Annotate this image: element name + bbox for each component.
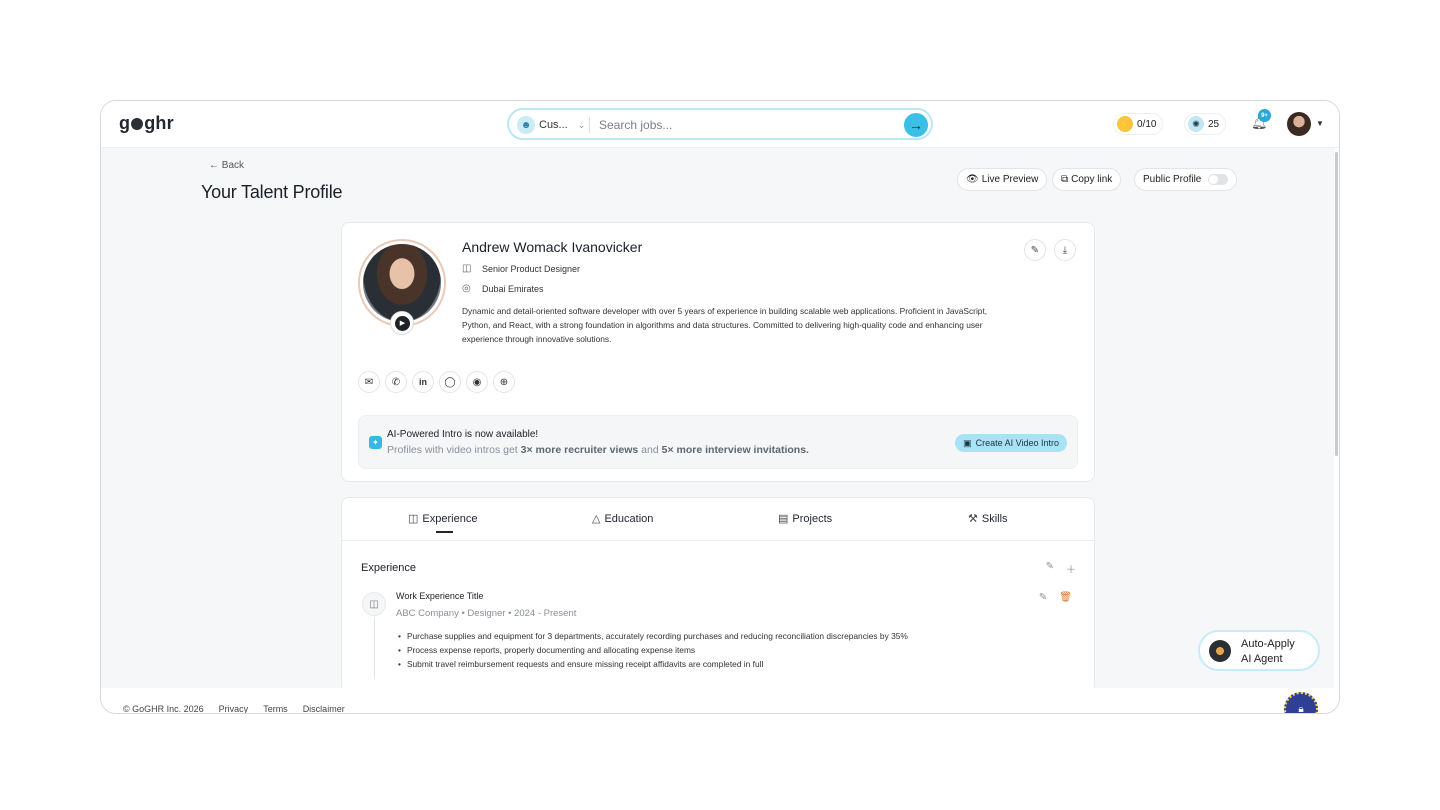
- tab-experience[interactable]: ◫ Experience: [408, 512, 477, 526]
- github-icon[interactable]: ◉: [466, 371, 488, 393]
- job-search-bar: ☻ Cus... ⌄ →: [507, 108, 933, 140]
- linkedin-icon[interactable]: in: [412, 371, 434, 393]
- section-tabs: ◫ Experience △ Education ▤ Projects ⚒ Sk…: [342, 498, 1094, 541]
- profile-bio: Dynamic and detail-oriented software dev…: [462, 306, 988, 344]
- phone-icon[interactable]: ✆: [385, 371, 407, 393]
- coins-pill[interactable]: ✺ 25: [1184, 113, 1227, 135]
- briefcase-icon: ◫: [408, 513, 419, 525]
- edit-icon: ✎: [1030, 244, 1040, 256]
- job-meta: ABC Company • Designer • 2024 - Present: [396, 608, 577, 619]
- profile-role: ◫ Senior Product Designer: [462, 263, 581, 274]
- search-scope-label: Cus...: [539, 119, 568, 131]
- profile-card: ▶ Andrew Womack Ivanovicker ◫ Senior Pro…: [341, 222, 1095, 482]
- eye-icon: 👁︎: [966, 174, 979, 185]
- toggle-switch[interactable]: [1208, 174, 1229, 185]
- back-link[interactable]: ← Back: [209, 160, 244, 171]
- public-profile-toggle[interactable]: Public Profile: [1134, 168, 1238, 191]
- search-scope-select[interactable]: ☻ Cus... ⌄: [517, 115, 585, 135]
- scrollbar-thumb[interactable]: [1335, 152, 1338, 456]
- download-icon: ⤓: [1062, 244, 1068, 256]
- download-profile-button[interactable]: ⤓: [1054, 239, 1076, 261]
- search-divider: [589, 117, 590, 133]
- page-title: Your Talent Profile: [201, 182, 343, 202]
- timeline-line: [374, 618, 375, 678]
- search-submit-button[interactable]: →: [904, 113, 928, 137]
- edit-icon[interactable]: ✎: [1039, 592, 1047, 603]
- footer-links: © GoGHR Inc. 2026 Privacy Terms Disclaim…: [123, 704, 345, 714]
- trash-icon[interactable]: 🗑︎: [1059, 592, 1072, 603]
- search-input[interactable]: [599, 115, 889, 135]
- globe-icon[interactable]: ⊕: [493, 371, 515, 393]
- coins-count: 25: [1208, 118, 1220, 130]
- lightning-icon: ⚡: [1117, 116, 1133, 132]
- coin-icon: ✺: [1188, 116, 1204, 132]
- user-icon: ☻: [517, 116, 535, 134]
- top-navigation-bar: gghr ☻ Cus... ⌄ → ⚡ 0/10 ✺ 25 🔔︎ 9+ ▼: [101, 101, 1339, 148]
- wrench-icon: ⚒: [968, 513, 978, 525]
- list-item: Purchase supplies and equipment for 3 de…: [398, 629, 908, 643]
- tab-skills[interactable]: ⚒ Skills: [968, 512, 1008, 526]
- notification-badge: 9+: [1258, 109, 1271, 122]
- social-links: ✉ ✆ in ◯ ◉ ⊕: [358, 371, 515, 393]
- active-tab-indicator: [436, 531, 453, 533]
- live-preview-button[interactable]: 👁︎ Live Preview: [957, 168, 1048, 191]
- list-item: Process expense reports, properly docume…: [398, 643, 908, 657]
- user-avatar[interactable]: [1287, 112, 1311, 136]
- credits-count: 0/10: [1137, 118, 1157, 130]
- job-actions: ✎ 🗑︎: [1039, 592, 1072, 603]
- sparkle-icon: ✦: [369, 436, 382, 449]
- chevron-down-icon: ⌄: [577, 119, 586, 130]
- email-icon[interactable]: ✉: [358, 371, 380, 393]
- notifications-button[interactable]: 🔔︎ 9+: [1251, 109, 1271, 131]
- job-title: Work Experience Title: [396, 591, 484, 601]
- profile-sections-card: ◫ Experience △ Education ▤ Projects ⚒ Sk…: [341, 497, 1095, 693]
- experience-section-title: Experience: [361, 562, 417, 574]
- disclaimer-link[interactable]: Disclaimer: [303, 704, 345, 713]
- ai-intro-banner: ✦ AI-Powered Intro is now available! Pro…: [358, 415, 1078, 469]
- graduation-cap-icon: △: [592, 513, 601, 525]
- auto-apply-label: Auto-Apply AI Agent: [1241, 638, 1295, 665]
- logo-globe-icon: [131, 118, 144, 130]
- plus-icon[interactable]: ＋: [1066, 561, 1076, 576]
- video-camera-icon: ▣: [963, 437, 972, 448]
- create-ai-video-intro-button[interactable]: ▣ Create AI Video Intro: [955, 434, 1067, 452]
- arrow-right-icon: →: [909, 117, 923, 133]
- footer: © GoGHR Inc. 2026 Privacy Terms Disclaim…: [101, 688, 1339, 714]
- tab-education[interactable]: △ Education: [592, 512, 653, 526]
- scrollbar[interactable]: [1334, 148, 1339, 688]
- play-icon: ▶: [394, 315, 410, 331]
- robot-icon: [1209, 640, 1231, 662]
- ai-intro-title: AI-Powered Intro is now available!: [387, 429, 539, 440]
- ai-intro-subtitle: Profiles with video intros get 3× more r…: [387, 444, 809, 456]
- play-video-intro-button[interactable]: ▶: [390, 311, 414, 335]
- terms-link[interactable]: Terms: [263, 704, 288, 713]
- list-item: Submit travel reimbursement requests and…: [398, 657, 908, 671]
- edit-icon[interactable]: ✎: [1046, 561, 1054, 576]
- edit-profile-button[interactable]: ✎: [1024, 239, 1046, 261]
- dribbble-icon[interactable]: ◯: [439, 371, 461, 393]
- tab-projects[interactable]: ▤ Projects: [778, 512, 832, 526]
- briefcase-icon: ◫: [362, 592, 386, 616]
- app-window: gghr ☻ Cus... ⌄ → ⚡ 0/10 ✺ 25 🔔︎ 9+ ▼ ← …: [100, 100, 1340, 714]
- credits-pill[interactable]: ⚡ 0/10: [1113, 113, 1164, 135]
- auto-apply-ai-agent-button[interactable]: Auto-Apply AI Agent: [1198, 630, 1320, 671]
- privacy-link[interactable]: Privacy: [219, 704, 249, 713]
- job-responsibilities: Purchase supplies and equipment for 3 de…: [398, 629, 908, 671]
- copy-link-button[interactable]: ⧉ Copy link: [1052, 168, 1122, 191]
- briefcase-icon: ◫: [462, 263, 472, 274]
- goghr-logo[interactable]: g ghr: [119, 113, 174, 134]
- profile-location: ◎ Dubai Emirates: [462, 283, 544, 294]
- folder-icon: ▤: [778, 513, 789, 525]
- location-pin-icon: ◎: [462, 283, 471, 294]
- experience-section-actions: ✎ ＋: [1046, 561, 1076, 576]
- copyright-text: © GoGHR Inc. 2026: [123, 704, 204, 714]
- profile-name: Andrew Womack Ivanovicker: [462, 239, 643, 255]
- copy-icon: ⧉: [1061, 174, 1069, 185]
- main-content: ← Back Your Talent Profile 👁︎ Live Previ…: [101, 148, 1335, 693]
- caret-down-icon[interactable]: ▼: [1316, 119, 1324, 128]
